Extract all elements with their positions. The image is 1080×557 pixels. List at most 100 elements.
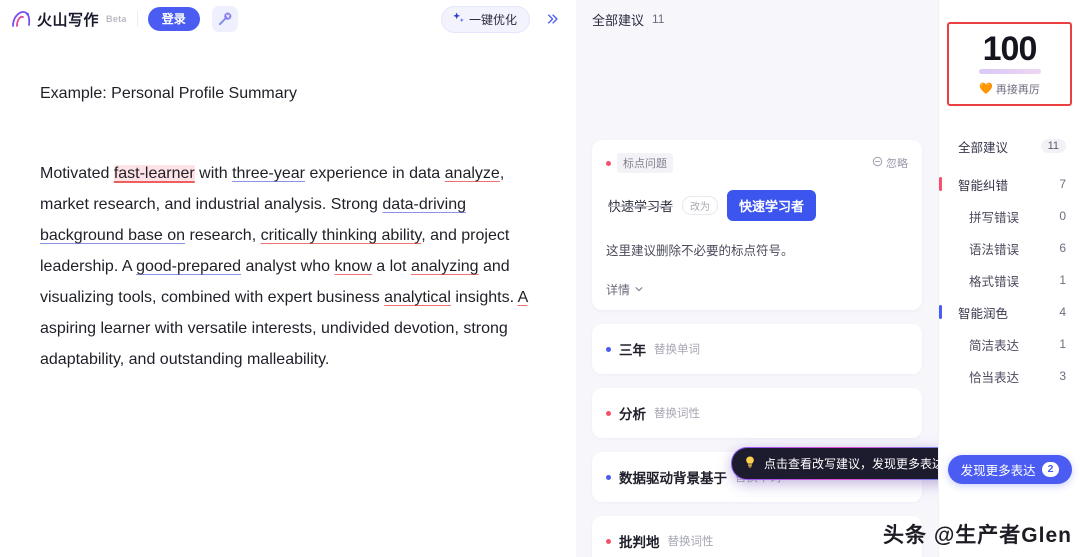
- suggestion-item-kind: 替换词性: [654, 408, 700, 420]
- document-title: Example: Personal Profile Summary: [40, 85, 297, 102]
- score-box: 100 🧡 再接再厉: [947, 22, 1072, 106]
- score-sidebar: 100 🧡 再接再厉 全部建议 11 智能纠错 7 拼写错误 0 语法错误 6 格式错误 1 智能润…: [938, 0, 1080, 557]
- category-row-格式错误[interactable]: 格式错误 1: [939, 264, 1080, 296]
- beta-tag: Beta: [106, 14, 127, 24]
- suggestion-description: 这里建议删除不必要的标点符号。: [606, 244, 794, 258]
- error-span-polish[interactable]: good-prepared: [136, 258, 241, 275]
- error-span-grammar[interactable]: A: [518, 289, 528, 306]
- severity-dot-icon: [606, 346, 611, 352]
- suggestion-item[interactable]: 三年 替换单词: [592, 324, 922, 374]
- suggestion-item-word: 分析: [619, 407, 646, 422]
- category-count: 3: [1059, 369, 1066, 383]
- brand-name: 火山写作: [37, 11, 100, 29]
- text-span: Motivated: [40, 165, 114, 182]
- category-marker-icon: [939, 305, 942, 319]
- document-paragraph[interactable]: Motivated fast-learner with three-year e…: [40, 158, 536, 375]
- suggestion-item[interactable]: 分析 替换词性: [592, 388, 922, 438]
- ignore-label: 忽略: [886, 158, 908, 170]
- rewrite-hint-tooltip: 点击查看改写建议，发现更多表达: [731, 447, 938, 480]
- category-row-恰当表达[interactable]: 恰当表达 3: [939, 360, 1080, 392]
- change-to-chip: 改为: [682, 196, 719, 215]
- text-span: aspiring learner with versatile interest…: [40, 320, 508, 368]
- category-list: 全部建议 11 智能纠错 7 拼写错误 0 语法错误 6 格式错误 1 智能润色 4 简洁表达 1 恰当表达…: [939, 130, 1080, 392]
- suggestion-item-word: 三年: [619, 343, 646, 358]
- ignore-circle-icon: [872, 156, 883, 170]
- error-span-grammar[interactable]: analyzing: [411, 258, 479, 275]
- severity-dot-icon: [606, 538, 611, 544]
- category-label: 格式错误: [969, 274, 1020, 289]
- suggestion-item-kind: 替换单词: [654, 344, 700, 356]
- brand: 火山写作 Beta: [10, 9, 127, 30]
- original-text: 快速学习者: [608, 199, 674, 214]
- chevron-double-right-icon[interactable]: [540, 6, 566, 32]
- error-span-grammar[interactable]: know: [334, 258, 371, 275]
- category-row-简洁表达[interactable]: 简洁表达 1: [939, 328, 1080, 360]
- category-row-智能润色[interactable]: 智能润色 4: [939, 296, 1080, 328]
- category-row-智能纠错[interactable]: 智能纠错 7: [939, 168, 1080, 200]
- lightbulb-icon: [743, 455, 757, 472]
- text-span: analyst who: [241, 258, 335, 275]
- suggestion-mini-list: 三年替换单词分析替换词性数据驱动背景基于替换单词批判地替换词性: [592, 324, 922, 557]
- category-count: 1: [1059, 273, 1066, 287]
- suggestion-card-top: 标点问题 忽略: [606, 153, 908, 173]
- login-button[interactable]: 登录: [147, 6, 200, 32]
- editor-pane: 火山写作 Beta 登录 一键优化 Example: Personal Prof…: [0, 0, 576, 557]
- category-label: 简洁表达: [969, 338, 1020, 353]
- text-span: experience in data: [305, 165, 445, 182]
- category-count: 6: [1059, 241, 1066, 255]
- error-span-grammar[interactable]: analytical: [384, 289, 451, 306]
- score-value: 100: [982, 29, 1038, 68]
- suggestion-item[interactable]: 批判地 替换词性: [592, 516, 922, 557]
- suggestion-card-active[interactable]: 标点问题 忽略 快速学习者 改为 快速学习者 这里建议删除不必要的标点符号。 详…: [592, 140, 922, 310]
- score-emoji-icon: 🧡: [979, 83, 993, 95]
- category-label: 拼写错误: [969, 210, 1020, 225]
- watermark: 头条 @生产者Glen: [883, 524, 1072, 547]
- category-row-拼写错误[interactable]: 拼写错误 0: [939, 200, 1080, 232]
- apply-replacement-button[interactable]: 快速学习者: [727, 190, 817, 221]
- error-span-active[interactable]: fast-learner: [113, 165, 195, 182]
- optimize-label: 一键优化: [468, 12, 517, 27]
- discover-more-label: 发现更多表达: [960, 464, 1036, 478]
- category-count: 0: [1059, 209, 1066, 223]
- error-span-grammar[interactable]: analyze: [445, 165, 500, 182]
- tooltip-text: 点击查看改写建议，发现更多表达: [764, 457, 938, 471]
- severity-dot-icon: [606, 160, 611, 166]
- text-span: a lot: [371, 258, 411, 275]
- text-span: with: [194, 165, 233, 182]
- score-underline-decoration: [978, 68, 1041, 74]
- category-label: 智能润色: [958, 306, 1009, 321]
- toolbar-right-group: 一键优化: [440, 0, 566, 38]
- top-toolbar: 火山写作 Beta 登录 一键优化: [0, 0, 576, 38]
- error-span-polish[interactable]: three-year: [232, 165, 305, 182]
- toolbar-divider: [136, 11, 138, 27]
- discover-more-button[interactable]: 发现更多表达 2: [948, 455, 1072, 484]
- text-span: research,: [185, 227, 261, 244]
- category-count: 4: [1059, 305, 1066, 319]
- volcano-logo-icon: [10, 9, 32, 29]
- category-count: 7: [1059, 177, 1066, 191]
- error-span-grammar[interactable]: critically thinking ability: [261, 227, 422, 244]
- category-row-语法错误[interactable]: 语法错误 6: [939, 232, 1080, 264]
- ignore-button[interactable]: 忽略: [872, 155, 908, 171]
- document-area[interactable]: Example: Personal Profile Summary Motiva…: [0, 38, 576, 375]
- discover-more-badge: 2: [1041, 462, 1060, 477]
- suggestion-header: 全部建议 11: [576, 0, 938, 38]
- category-row-全部建议[interactable]: 全部建议 11: [939, 130, 1080, 162]
- category-marker-icon: [939, 177, 942, 191]
- score-caption: 再接再厉: [995, 83, 1040, 96]
- app-root: 火山写作 Beta 登录 一键优化 Example: Personal Prof…: [0, 0, 1080, 557]
- suggestion-header-count: 11: [652, 12, 665, 26]
- category-count: 1: [1059, 337, 1066, 351]
- category-label: 全部建议: [958, 140, 1009, 155]
- suggestion-item-word: 批判地: [619, 535, 660, 550]
- magic-wand-icon[interactable]: [211, 6, 238, 32]
- detail-expander[interactable]: 详情: [606, 281, 908, 298]
- suggestion-category-tag: 标点问题: [617, 153, 673, 173]
- category-label: 智能纠错: [958, 178, 1009, 193]
- chevron-down-icon: [634, 283, 644, 297]
- one-click-optimize-button[interactable]: 一键优化: [440, 5, 530, 33]
- sparkle-icon: [452, 11, 465, 27]
- detail-label: 详情: [606, 283, 631, 297]
- severity-dot-icon: [606, 474, 611, 480]
- suggestion-list: 标点问题 忽略 快速学习者 改为 快速学习者 这里建议删除不必要的标点符号。 详…: [576, 140, 938, 557]
